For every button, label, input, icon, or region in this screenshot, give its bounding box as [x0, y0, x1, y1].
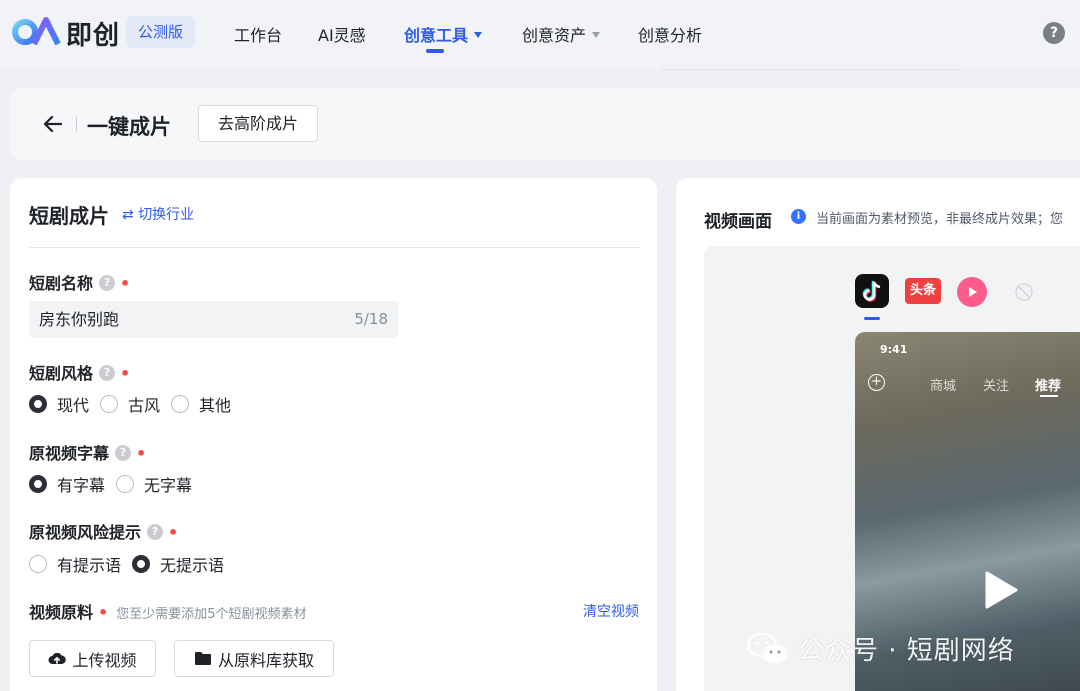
subtitle-radio-group: 有字幕 无字幕	[29, 473, 203, 495]
nav-creative-assets-label: 创意资产	[522, 26, 587, 45]
drama-style-label-text: 短剧风格	[29, 364, 94, 383]
brand-name[interactable]: 即创	[66, 15, 120, 52]
info-icon: i	[791, 209, 806, 224]
toutiao-icon[interactable]: 头条	[905, 278, 941, 304]
radio-label: 有字幕	[57, 476, 106, 495]
radio-label: 无字幕	[144, 476, 193, 495]
page-title: 一键成片	[87, 115, 171, 139]
switch-industry-link[interactable]: ⇄ 切换行业	[122, 204, 194, 224]
douyin-glyph	[862, 281, 881, 302]
chevron-down-icon	[474, 31, 483, 38]
radio-unchecked-icon	[29, 555, 47, 573]
required-icon: •	[120, 364, 131, 383]
video-hint: 您至少需要添加5个短剧视频素材	[116, 607, 307, 622]
xigua-glyph	[969, 287, 977, 297]
radio-label: 现代	[57, 396, 90, 415]
preview-title: 视频画面	[704, 212, 772, 232]
subtitle-label: 原视频字幕? •	[29, 440, 146, 464]
radio-label: 其他	[199, 396, 232, 415]
radio-checked-icon	[132, 555, 151, 573]
radio-unchecked-icon	[116, 475, 135, 493]
phone-tab-follow: 关注	[983, 379, 1010, 394]
nav-creative-tools[interactable]: 创意工具	[404, 22, 483, 46]
radio-has-subtitle[interactable]: 有字幕	[29, 472, 105, 496]
wechat-icon	[746, 632, 787, 663]
switch-industry-label: 切换行业	[138, 207, 195, 223]
radio-style-ancient[interactable]: 古风	[100, 392, 160, 416]
douyin-icon[interactable]	[855, 274, 889, 308]
help-icon[interactable]: ?	[1043, 22, 1065, 44]
drama-style-label: 短剧风格? •	[29, 360, 130, 384]
radio-unchecked-icon	[171, 395, 190, 413]
subtitle-label-text: 原视频字幕	[29, 444, 110, 463]
nav-creative-assets[interactable]: 创意资产	[522, 22, 601, 46]
ban-icon[interactable]	[1014, 282, 1034, 302]
active-platform-indicator	[864, 317, 880, 320]
question-icon[interactable]: ?	[99, 274, 116, 291]
drama-style-radio-group: 现代 古风 其他	[29, 393, 242, 415]
question-icon[interactable]: ?	[99, 364, 116, 381]
phone-status-time: 9:41	[880, 343, 908, 356]
divider	[29, 247, 640, 248]
chevron-down-icon	[592, 31, 601, 38]
risk-hint-radio-group: 有提示语 无提示语	[29, 553, 235, 575]
watermark: 公众号 · 短剧网络	[746, 630, 1015, 667]
radio-unchecked-icon	[100, 395, 119, 413]
required-icon: •	[136, 444, 147, 463]
question-icon[interactable]: ?	[147, 523, 164, 540]
phone-tab-indicator	[1040, 395, 1058, 397]
phone-tab-mall: 商城	[930, 379, 957, 394]
char-counter: 5/18	[354, 310, 388, 328]
from-library-label: 从原料库获取	[217, 650, 314, 670]
radio-no-hint[interactable]: 无提示语	[132, 552, 224, 576]
nav-workbench[interactable]: 工作台	[234, 22, 282, 46]
preview-notice: 当前画面为素材预览，非最终成片效果；您	[816, 212, 1064, 227]
active-nav-indicator	[426, 49, 444, 53]
radio-style-other[interactable]: 其他	[171, 392, 231, 416]
form-title: 短剧成片	[29, 204, 109, 228]
upload-video-button[interactable]: 上传视频	[29, 640, 156, 677]
video-material-label-text: 视频原料	[29, 603, 94, 622]
drama-name-input[interactable]: 房东你别跑 5/18	[29, 301, 398, 338]
clear-videos-link[interactable]: 清空视频	[583, 601, 639, 621]
radio-checked-icon	[29, 395, 47, 413]
nav-creative-analysis[interactable]: 创意分析	[638, 22, 702, 46]
cloud-upload-icon	[48, 652, 67, 664]
jichuang-logo-icon[interactable]	[12, 16, 62, 48]
question-icon[interactable]: ?	[115, 444, 132, 461]
back-arrow-icon[interactable]	[42, 113, 64, 135]
upload-video-label: 上传视频	[72, 650, 137, 670]
radio-label: 古风	[128, 396, 161, 415]
divider	[660, 69, 960, 70]
drama-name-label: 短剧名称? •	[29, 270, 130, 294]
video-material-label: 视频原料 • 您至少需要添加5个短剧视频素材	[29, 599, 307, 623]
radio-checked-icon	[29, 475, 47, 493]
plus-icon: +	[868, 374, 885, 391]
radio-has-hint[interactable]: 有提示语	[29, 552, 121, 576]
xigua-icon[interactable]	[957, 277, 987, 307]
advanced-edit-button[interactable]: 去高阶成片	[198, 105, 318, 142]
radio-label: 有提示语	[57, 556, 122, 575]
play-icon[interactable]	[983, 570, 1019, 610]
required-icon: •	[120, 274, 131, 293]
folder-icon	[194, 652, 211, 665]
radio-label: 无提示语	[160, 556, 225, 575]
phone-tab-recommend: 推荐	[1035, 379, 1062, 394]
radio-style-modern[interactable]: 现代	[29, 392, 89, 416]
drama-name-label-text: 短剧名称	[29, 274, 94, 293]
watermark-text: 公众号 · 短剧网络	[798, 636, 1015, 666]
risk-hint-label: 原视频风险提示? •	[29, 519, 178, 543]
from-library-button[interactable]: 从原料库获取	[174, 640, 334, 677]
risk-hint-label-text: 原视频风险提示	[29, 523, 142, 542]
divider	[76, 117, 77, 131]
required-icon: •	[98, 603, 109, 622]
nav-creative-tools-label: 创意工具	[404, 26, 469, 45]
swap-icon: ⇄	[122, 207, 139, 223]
nav-ai-inspiration[interactable]: AI灵感	[318, 22, 366, 46]
drama-name-value: 房东你别跑	[39, 310, 120, 329]
radio-no-subtitle[interactable]: 无字幕	[116, 472, 192, 496]
beta-badge: 公测版	[126, 16, 196, 48]
required-icon: •	[168, 523, 179, 542]
